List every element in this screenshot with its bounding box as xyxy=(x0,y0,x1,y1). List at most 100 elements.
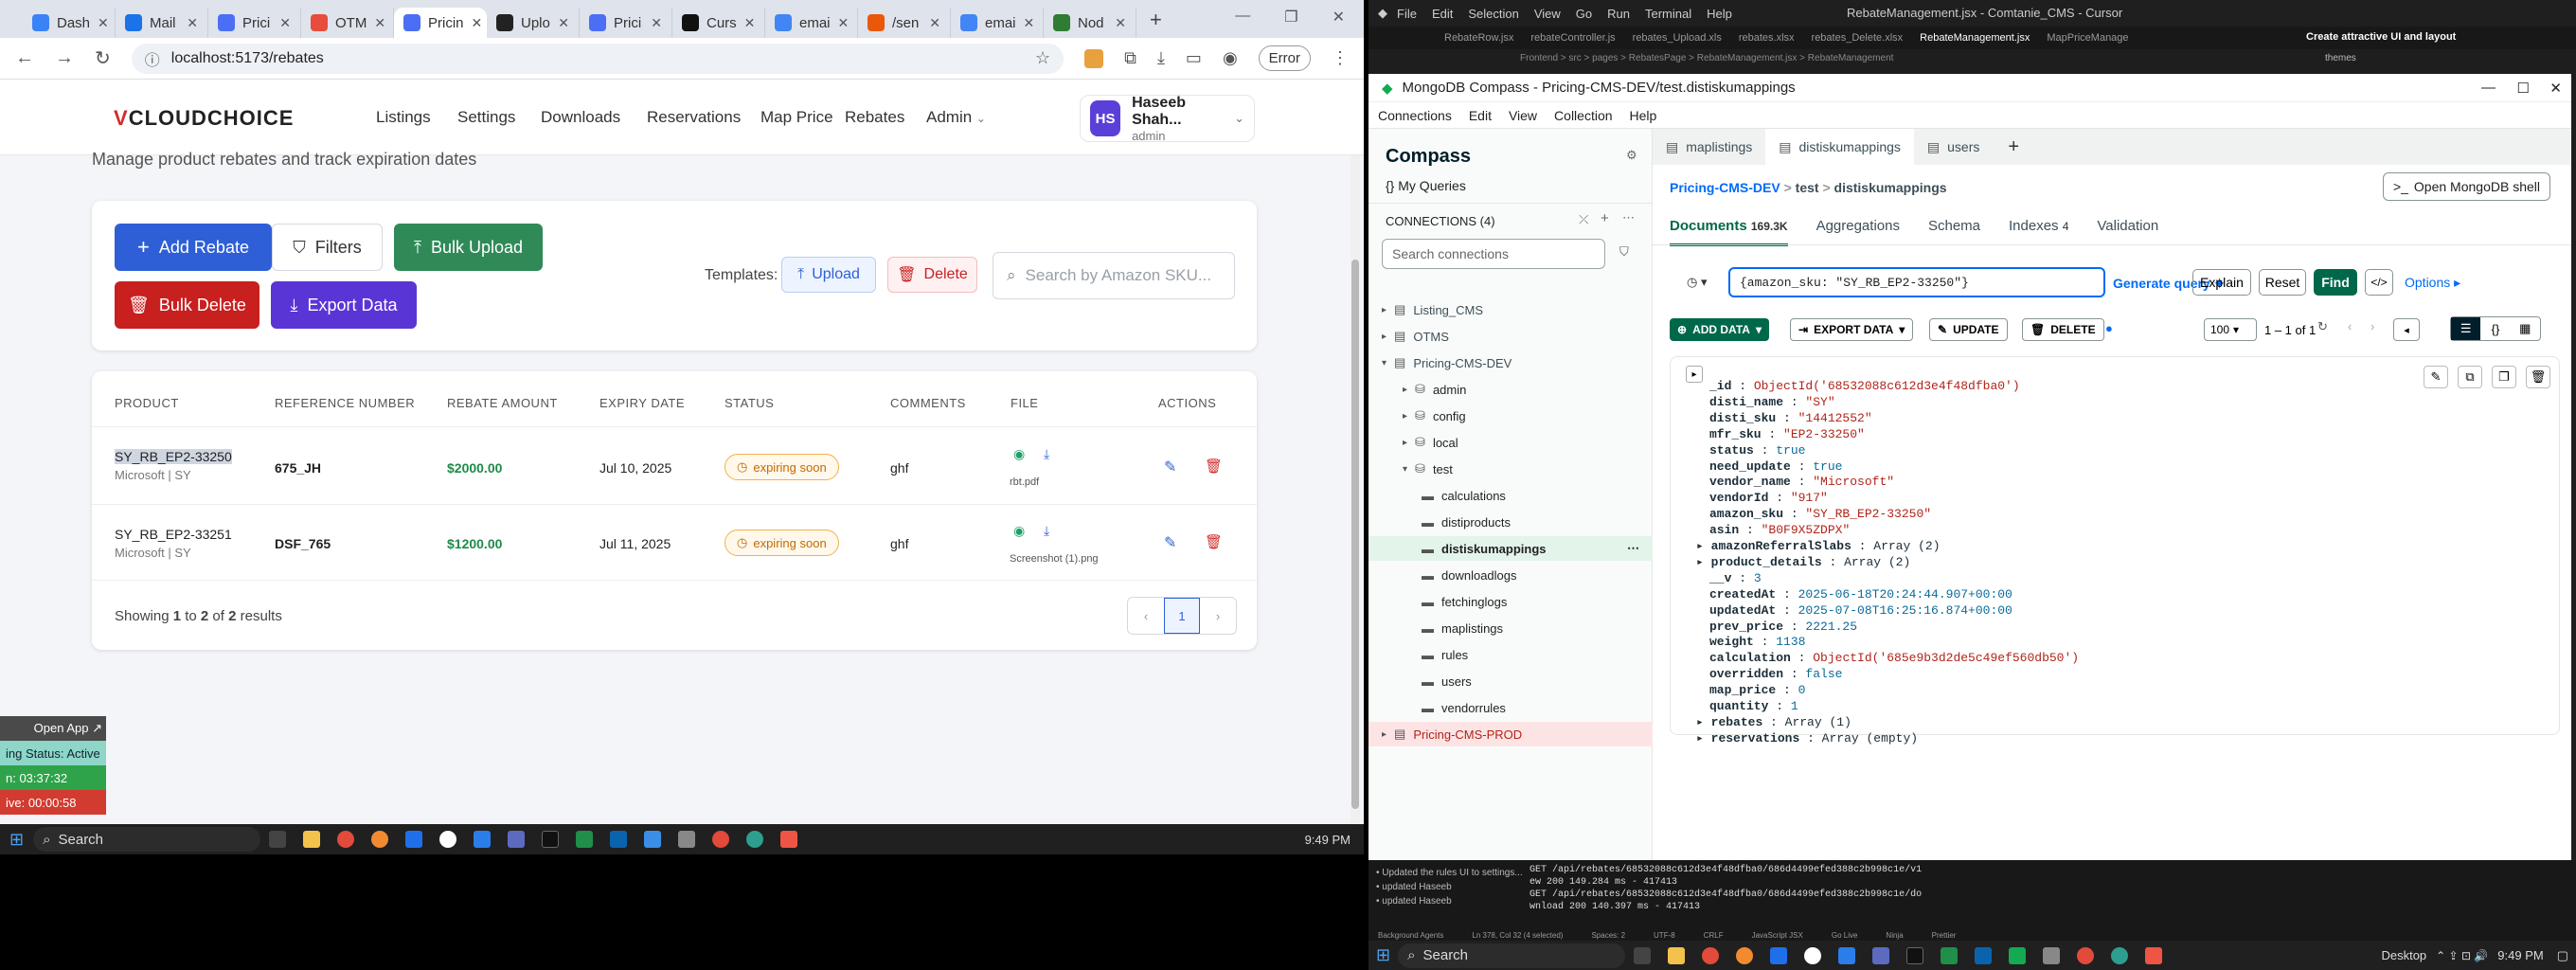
browser-tab[interactable]: emai ✕ xyxy=(951,8,1044,38)
document-field[interactable]: ▸ rebates : Array (1) xyxy=(1696,715,1852,729)
close-tab-icon[interactable]: ✕ xyxy=(98,15,109,31)
sidebar-item-maplistings[interactable]: ▬ maplistings xyxy=(1368,616,1653,640)
document-field[interactable]: updatedAt : 2025-07-08T16:25:16.874+00:0… xyxy=(1709,603,2012,618)
close-tab-icon[interactable]: ✕ xyxy=(744,15,756,31)
chevron-right-icon[interactable]: ▸ xyxy=(1382,332,1386,342)
close-tab-icon[interactable]: ✕ xyxy=(472,15,483,31)
delete-icon[interactable]: 🗑 xyxy=(1205,533,1223,550)
refresh-icon[interactable]: ↻ xyxy=(2317,319,2328,334)
delete-document-icon[interactable]: 🗑 xyxy=(2526,366,2550,388)
system-tray-icons[interactable]: ⌃ ⇪ ⊡ 🔊 xyxy=(2436,949,2488,962)
document-field[interactable]: weight : 1138 xyxy=(1709,635,1805,649)
history-icon[interactable]: ◷ ▾ xyxy=(1687,275,1707,290)
edit-icon[interactable]: ✎ xyxy=(1164,458,1176,476)
menu-item[interactable]: Run xyxy=(1607,7,1630,21)
cursor-icon[interactable] xyxy=(1906,946,1924,964)
view-file-icon[interactable]: ◉ xyxy=(1013,446,1025,462)
file-explorer-icon[interactable] xyxy=(303,831,321,848)
sidebar-item-listing-cms[interactable]: ▸ ▤ Listing_CMS xyxy=(1368,297,1653,322)
editor-tab[interactable]: MapPriceManage xyxy=(2047,32,2128,44)
close-tab-icon[interactable]: ✕ xyxy=(558,15,569,31)
tab-distiskumappings[interactable]: ▤ distiskumappings xyxy=(1765,129,1914,165)
page-size-select[interactable]: 100 ▾ xyxy=(2204,318,2257,341)
sidebar-item-test[interactable]: ▾ ⛁ test xyxy=(1368,457,1653,481)
copy-document-icon[interactable]: ⧉ xyxy=(2458,366,2482,388)
editor-tab[interactable]: rebateController.js xyxy=(1530,32,1615,44)
download-file-icon[interactable]: ⤓ xyxy=(1044,446,1049,462)
prev-page-icon[interactable]: ‹ xyxy=(1128,598,1164,634)
document-field[interactable]: mfr_sku : "EP2-33250" xyxy=(1709,427,1865,441)
sidebar-item-local[interactable]: ▸ ⛁ local xyxy=(1368,430,1653,455)
update-button[interactable]: ✎ UPDATE xyxy=(1929,318,2008,341)
document-field[interactable]: disti_name : "SY" xyxy=(1709,395,1835,409)
sidebar-item-rules[interactable]: ▬ rules xyxy=(1368,642,1653,667)
menu-item[interactable]: Edit xyxy=(1432,7,1453,21)
gear-icon[interactable]: ⚙ xyxy=(1626,148,1637,163)
document-field[interactable]: prev_price : 2221.25 xyxy=(1709,620,1857,634)
chrome-icon[interactable] xyxy=(712,831,730,848)
menu-item[interactable]: Selection xyxy=(1468,7,1518,21)
document-field[interactable]: ▸ reservations : Array (empty) xyxy=(1696,731,1918,745)
collapse-icon[interactable]: ⤫ xyxy=(1579,212,1588,227)
extension-icon[interactable] xyxy=(1084,48,1104,68)
excel-icon[interactable] xyxy=(1941,946,1959,964)
close-tab-icon[interactable]: ✕ xyxy=(1024,15,1035,31)
search-connections-input[interactable]: Search connections xyxy=(1382,239,1605,269)
chrome-icon[interactable] xyxy=(337,831,355,848)
nav-rebates[interactable]: Rebates xyxy=(845,108,904,127)
scrollbar[interactable] xyxy=(1351,155,1360,823)
sidebar-item-config[interactable]: ▸ ⛁ config xyxy=(1368,404,1653,428)
document-field[interactable]: ▸ amazonReferralSlabs : Array (2) xyxy=(1696,539,1941,553)
more-icon[interactable]: ⋯ xyxy=(1622,210,1635,225)
chevron-right-icon[interactable]: ▸ xyxy=(1403,438,1407,448)
scrollbar-thumb[interactable] xyxy=(1351,260,1359,809)
browser-tab[interactable]: Uplo ✕ xyxy=(487,8,580,38)
sidebar-item-pricing-cms-dev[interactable]: ▾ ▤ Pricing-CMS-DEV xyxy=(1368,350,1653,375)
chevron-down-icon[interactable]: ▾ xyxy=(1403,464,1407,475)
expand-document-icon[interactable]: ▸ xyxy=(1686,366,1703,383)
status-item[interactable]: Go Live xyxy=(1832,931,1858,941)
search-input[interactable]: ⌕ Search by Amazon SKU... xyxy=(993,252,1235,299)
close-icon[interactable]: ✕ xyxy=(1333,8,1345,27)
app-icon[interactable] xyxy=(439,831,457,848)
code-icon[interactable]: </> xyxy=(2365,269,2393,296)
nav-admin[interactable]: Admin ⌄ xyxy=(926,108,986,127)
app-icon[interactable] xyxy=(2111,946,2129,964)
cloudchoice-logo[interactable]: VCLOUDCHOICE xyxy=(114,106,294,131)
sidebar-item-users[interactable]: ▬ users xyxy=(1368,669,1653,693)
editor-tab[interactable]: RebateRow.jsx xyxy=(1444,32,1513,44)
browser-tab[interactable]: Nod ✕ xyxy=(1044,8,1136,38)
notification-icon[interactable]: ▢ xyxy=(2557,948,2568,963)
document-field[interactable]: ▸ product_details : Array (2) xyxy=(1696,555,1910,569)
expand-field-icon[interactable]: ▸ xyxy=(1696,555,1711,569)
status-item[interactable]: Ninja xyxy=(1886,931,1903,941)
sidebar-item-fetchinglogs[interactable]: ▬ fetchinglogs xyxy=(1368,589,1653,614)
teams-icon[interactable] xyxy=(508,831,526,848)
sidebar-item-distiskumappings[interactable]: ▬ distiskumappings ⋯ xyxy=(1368,536,1653,561)
browser-tab[interactable]: Mail ✕ xyxy=(116,8,208,38)
new-tab-button[interactable]: + xyxy=(1150,8,1162,32)
info-icon[interactable]: ● xyxy=(2105,321,2113,335)
browser-tab[interactable]: Prici ✕ xyxy=(208,8,301,38)
close-icon[interactable]: ✕ xyxy=(2549,80,2562,97)
document-field[interactable]: need_update : true xyxy=(1709,459,1842,474)
editor-tab[interactable]: rebates.xlsx xyxy=(1739,32,1795,44)
teams-icon[interactable] xyxy=(1872,946,1890,964)
add-rebate-button[interactable]: + Add Rebate xyxy=(115,224,272,271)
browser-tab[interactable]: emai ✕ xyxy=(765,8,858,38)
template-delete-button[interactable]: 🗑 Delete xyxy=(887,257,977,293)
breadcrumb-db[interactable]: test xyxy=(1796,180,1819,195)
close-tab-icon[interactable]: ✕ xyxy=(1115,15,1126,31)
tab-users[interactable]: ▤ users xyxy=(1914,129,1993,165)
app-icon[interactable] xyxy=(1804,946,1822,964)
document-field[interactable]: calculation : ObjectId('685e9b3d2de5c49e… xyxy=(1709,651,2079,665)
status-item[interactable]: Ln 378, Col 32 (4 selected) xyxy=(1472,931,1563,941)
app-icon[interactable] xyxy=(2043,946,2061,964)
sidebar-item-downloadlogs[interactable]: ▬ downloadlogs xyxy=(1368,563,1653,587)
chrome-icon[interactable] xyxy=(1702,946,1720,964)
compass-menu-item[interactable]: Help xyxy=(1630,108,1657,123)
download-file-icon[interactable]: ⤓ xyxy=(1044,523,1049,539)
table-view-icon[interactable]: ▦ xyxy=(2511,317,2540,340)
zoom-icon[interactable] xyxy=(405,831,423,848)
sidebar-item-calculations[interactable]: ▬ calculations xyxy=(1368,483,1653,508)
